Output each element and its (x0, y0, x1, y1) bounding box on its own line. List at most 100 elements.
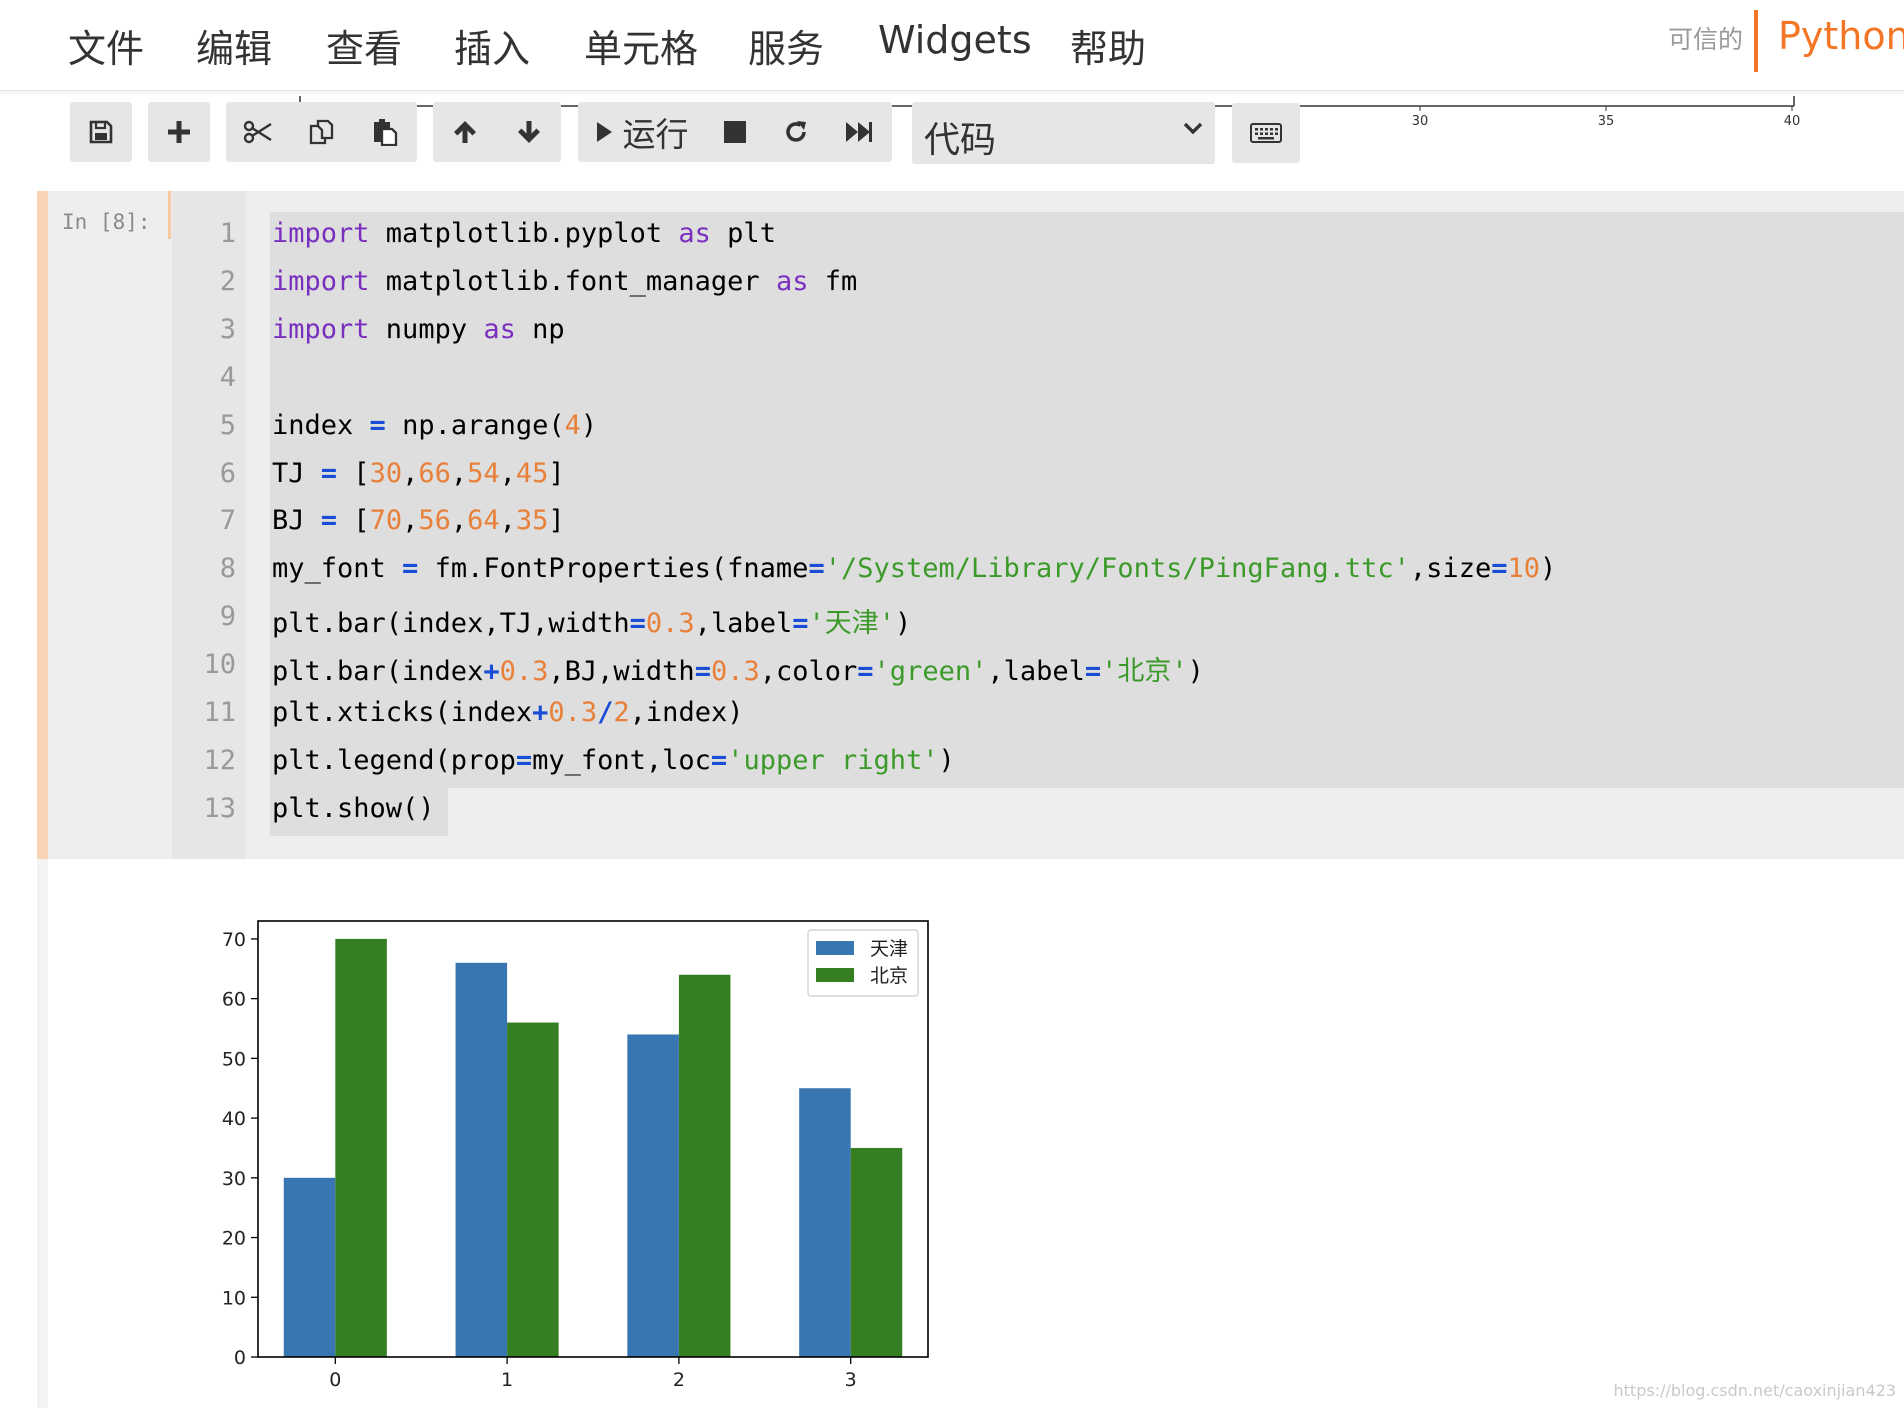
toolbar-group-insert (148, 102, 210, 162)
code-line[interactable]: import matplotlib.pyplot as plt (272, 218, 776, 249)
copy-icon (309, 119, 333, 145)
menu-view[interactable]: 查看 (326, 18, 402, 73)
output-left-bar (37, 859, 48, 1408)
line-number: 7 (219, 505, 236, 537)
bar (335, 938, 387, 1357)
toolbar-group-clipboard (226, 102, 417, 162)
arrow-up-icon (454, 121, 476, 143)
menu-kernel[interactable]: 服务 (748, 18, 824, 73)
save-button[interactable] (70, 102, 132, 162)
code-line[interactable]: plt.bar(index,TJ,width=0.3,label='天津') (272, 601, 911, 640)
cell-type-value: 代码 (924, 120, 997, 161)
prompt-marker (168, 191, 171, 239)
y-tick-label: 30 (222, 1168, 246, 1190)
legend-label: 北京 (870, 965, 908, 987)
legend-swatch (816, 941, 854, 955)
paste-icon (374, 119, 398, 146)
bar (455, 962, 508, 1357)
restart-button[interactable] (765, 102, 827, 162)
menu-edit[interactable]: 编辑 (196, 18, 272, 73)
toolbar-group-run: 运行 (578, 102, 892, 162)
y-tick-label: 10 (222, 1287, 246, 1309)
restart-run-all-button[interactable] (827, 102, 891, 162)
bar (799, 1088, 851, 1357)
save-icon (89, 120, 113, 144)
bg-axis-tick: 30 (1412, 114, 1429, 129)
stop-icon (724, 121, 746, 143)
code-line[interactable]: my_font = fm.FontProperties(fname='/Syst… (272, 553, 1556, 584)
code-line[interactable]: index = np.arange(4) (272, 410, 597, 441)
restart-icon (786, 121, 806, 142)
fast-forward-icon (846, 122, 872, 142)
bar (678, 974, 731, 1357)
y-tick-label: 70 (222, 929, 246, 951)
keyboard-icon (1250, 123, 1282, 143)
line-number: 3 (219, 313, 236, 345)
bg-axis-tick: 35 (1598, 114, 1615, 129)
bar (507, 1022, 559, 1357)
input-prompt: In [8]: (62, 210, 151, 234)
x-tick-label: 3 (845, 1369, 857, 1391)
menu-help[interactable]: 帮助 (1070, 18, 1146, 73)
interrupt-button[interactable] (705, 102, 765, 162)
bar (283, 1177, 336, 1357)
code-line[interactable]: import matplotlib.font_manager as fm (272, 266, 857, 297)
menu-bar: 文件 编辑 查看 插入 单元格 服务 Widgets 帮助 可信的 Python… (0, 0, 1904, 91)
code-line[interactable]: import numpy as np (272, 314, 565, 345)
arrow-down-icon (518, 121, 540, 143)
run-button[interactable]: 运行 (578, 102, 705, 162)
code-line[interactable]: plt.legend(prop=my_font,loc='upper right… (272, 745, 955, 776)
cell-type-select[interactable]: 代码 (912, 102, 1215, 164)
paste-button[interactable] (353, 102, 417, 162)
legend-label: 天津 (870, 938, 908, 960)
line-number: 12 (203, 744, 236, 776)
toolbar-group-keyboard (1232, 103, 1300, 163)
watermark: https://blog.csdn.net/caoxinjian423 (1613, 1381, 1896, 1400)
move-up-button[interactable] (433, 102, 497, 162)
menu-file[interactable]: 文件 (68, 18, 144, 73)
line-number: 2 (219, 265, 236, 297)
y-tick-label: 60 (222, 989, 246, 1011)
run-label: 运行 (622, 115, 689, 154)
line-number: 5 (219, 409, 236, 441)
line-number: 13 (203, 792, 236, 824)
menu-widgets[interactable]: Widgets (878, 18, 1032, 62)
line-number: 8 (219, 553, 236, 585)
menu-cell[interactable]: 单元格 (584, 18, 698, 73)
legend-swatch (816, 968, 854, 982)
cut-icon (243, 120, 272, 144)
menu-insert[interactable]: 插入 (454, 18, 530, 73)
x-tick-label: 2 (673, 1369, 685, 1391)
code-line[interactable]: plt.bar(index+0.3,BJ,width=0.3,color='gr… (272, 649, 1204, 688)
line-number: 10 (203, 649, 236, 681)
line-number: 6 (219, 457, 236, 489)
trusted-indicator[interactable]: 可信的 (1668, 20, 1743, 56)
x-tick-label: 1 (501, 1369, 513, 1391)
code-line[interactable]: BJ = [70,56,64,35] (272, 505, 565, 536)
bar (850, 1147, 903, 1357)
command-palette-button[interactable] (1232, 103, 1300, 163)
toolbar-group-save (70, 102, 132, 162)
insert-cell-button[interactable] (148, 102, 210, 162)
move-down-button[interactable] (497, 102, 561, 162)
cell-selection-bar (37, 191, 48, 859)
plus-icon (168, 121, 190, 143)
chevron-down-icon (1183, 122, 1203, 135)
y-tick-label: 50 (222, 1048, 246, 1070)
line-number: 9 (219, 601, 236, 633)
bar (627, 1034, 679, 1357)
copy-button[interactable] (290, 102, 353, 162)
bg-axis-tick: 40 (1784, 114, 1801, 129)
code-line[interactable]: plt.xticks(index+0.3/2,index) (272, 697, 743, 728)
line-number: 1 (219, 218, 236, 249)
y-tick-label: 20 (222, 1228, 246, 1250)
y-tick-label: 40 (222, 1108, 246, 1130)
code-line[interactable]: TJ = [30,66,54,45] (272, 458, 565, 489)
kernel-name[interactable]: Python 3 (1778, 14, 1904, 58)
cut-button[interactable] (226, 102, 290, 162)
toolbar-group-move (433, 102, 561, 162)
line-number: 4 (219, 361, 236, 393)
code-line[interactable]: plt.show() (272, 793, 435, 824)
kernel-separator (1754, 10, 1758, 72)
line-number: 11 (203, 697, 236, 728)
